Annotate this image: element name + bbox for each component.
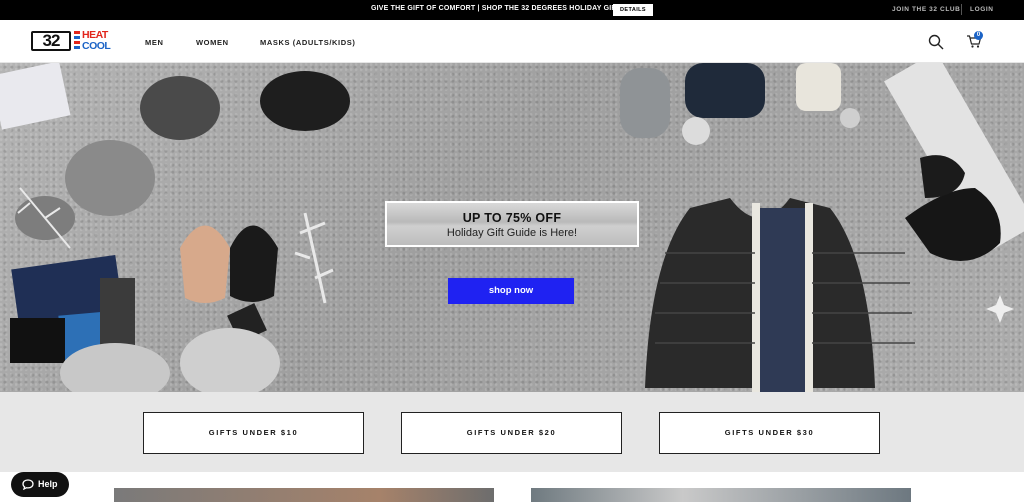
offer-title: UP TO 75% OFF xyxy=(462,211,562,225)
logo-number: 32 xyxy=(31,31,71,51)
nav-women[interactable]: WOMEN xyxy=(196,38,229,47)
gifts-under-30-button[interactable]: GIFTS UNDER $30 xyxy=(659,412,880,454)
site-header: 32 HEAT COOL MEN WOMEN MASKS (ADULTS/KID… xyxy=(0,20,1024,63)
gifts-under-20-button[interactable]: GIFTS UNDER $20 xyxy=(401,412,622,454)
gift-price-section: GIFTS UNDER $10 GIFTS UNDER $20 GIFTS UN… xyxy=(0,392,1024,472)
offer-subtitle: Holiday Gift Guide is Here! xyxy=(446,227,578,239)
nav-men[interactable]: MEN xyxy=(145,38,163,47)
logo-stripes xyxy=(74,31,80,51)
promo-text[interactable]: GIVE THE GIFT OF COMFORT | SHOP THE 32 D… xyxy=(371,5,646,12)
join-club-link[interactable]: JOIN THE 32 CLUB xyxy=(892,6,960,13)
cart-count-badge: 0 xyxy=(974,31,983,40)
hero-banner[interactable]: UP TO 75% OFF Holiday Gift Guide is Here… xyxy=(0,63,1024,392)
featured-section xyxy=(0,472,1024,502)
logo-heat: HEAT xyxy=(82,29,108,41)
details-button[interactable]: DETAILS xyxy=(613,4,653,16)
help-chat-button[interactable]: Help xyxy=(11,472,69,497)
login-link[interactable]: LOGIN xyxy=(970,6,994,13)
util-divider xyxy=(961,4,962,15)
promo-bar: GIVE THE GIFT OF COMFORT | SHOP THE 32 D… xyxy=(0,0,1024,20)
featured-image-right[interactable] xyxy=(531,488,911,502)
offer-banner: UP TO 75% OFF Holiday Gift Guide is Here… xyxy=(385,201,639,247)
chat-icon xyxy=(22,479,34,490)
gifts-under-10-button[interactable]: GIFTS UNDER $10 xyxy=(143,412,364,454)
shop-now-button[interactable]: shop now xyxy=(448,278,574,304)
search-icon[interactable] xyxy=(928,34,944,50)
logo-cool: COOL xyxy=(82,40,111,52)
brand-logo[interactable]: 32 HEAT COOL xyxy=(31,29,115,53)
help-label: Help xyxy=(38,479,58,489)
featured-image-left[interactable] xyxy=(114,488,494,502)
nav-masks[interactable]: MASKS (ADULTS/KIDS) xyxy=(260,38,355,47)
